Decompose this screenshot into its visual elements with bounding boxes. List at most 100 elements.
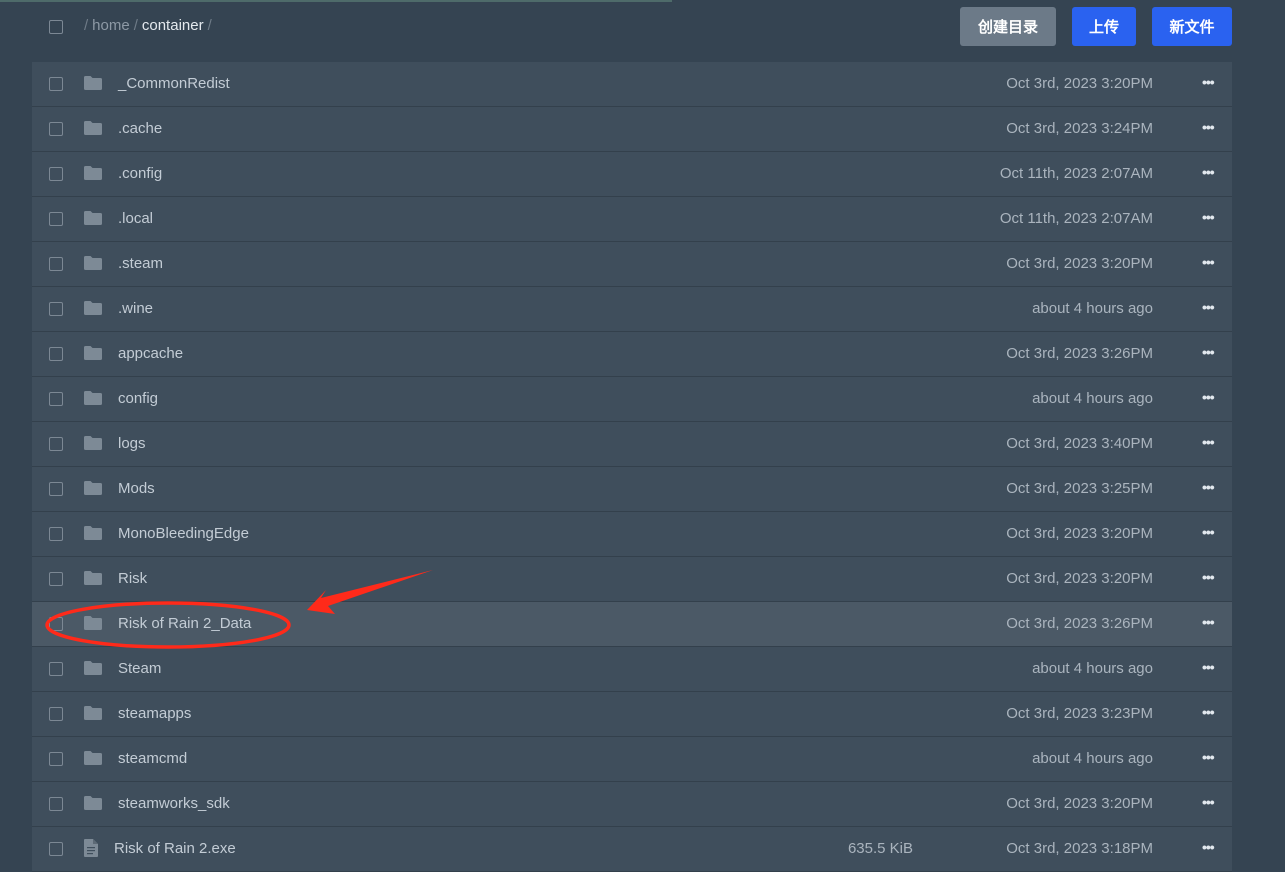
folder-row[interactable]: appcache Oct 3rd, 2023 3:26PM ••• [32, 332, 1232, 377]
file-name[interactable]: Risk [118, 570, 147, 587]
row-checkbox[interactable] [49, 347, 63, 361]
file-name[interactable]: .config [118, 165, 162, 182]
row-checkbox[interactable] [49, 257, 63, 271]
more-options-icon[interactable]: ••• [1202, 480, 1216, 495]
modified-date: Oct 11th, 2023 2:07AM [999, 210, 1153, 227]
file-name[interactable]: Risk of Rain 2_Data [118, 615, 251, 632]
row-checkbox[interactable] [49, 527, 63, 541]
more-options-icon[interactable]: ••• [1202, 840, 1216, 855]
folder-row[interactable]: steamapps Oct 3rd, 2023 3:23PM ••• [32, 692, 1232, 737]
file-name[interactable]: config [118, 390, 158, 407]
more-options-icon[interactable]: ••• [1202, 660, 1216, 675]
folder-row[interactable]: Risk Oct 3rd, 2023 3:20PM ••• [32, 557, 1232, 602]
folder-icon [84, 616, 102, 630]
row-checkbox[interactable] [49, 617, 63, 631]
folder-icon [84, 661, 102, 675]
file-name[interactable]: steamworks_sdk [118, 795, 230, 812]
more-options-icon[interactable]: ••• [1202, 75, 1216, 90]
upload-button[interactable]: 上传 [1072, 7, 1136, 46]
more-options-icon[interactable]: ••• [1202, 705, 1216, 720]
folder-icon [84, 346, 102, 360]
modified-date: Oct 3rd, 2023 3:26PM [1006, 615, 1153, 632]
more-options-icon[interactable]: ••• [1202, 390, 1216, 405]
more-options-icon[interactable]: ••• [1202, 525, 1216, 540]
row-checkbox[interactable] [49, 572, 63, 586]
file-name[interactable]: .steam [118, 255, 163, 272]
modified-date: Oct 3rd, 2023 3:20PM [1006, 795, 1153, 812]
breadcrumb-home[interactable]: home [92, 17, 130, 34]
row-checkbox[interactable] [49, 752, 63, 766]
more-options-icon[interactable]: ••• [1202, 165, 1216, 180]
file-name[interactable]: MonoBleedingEdge [118, 525, 249, 542]
row-checkbox[interactable] [49, 212, 63, 226]
more-options-icon[interactable]: ••• [1202, 795, 1216, 810]
modified-date: Oct 3rd, 2023 3:24PM [1006, 120, 1153, 137]
breadcrumb-container[interactable]: container [142, 17, 204, 34]
new-file-button[interactable]: 新文件 [1152, 7, 1232, 46]
more-options-icon[interactable]: ••• [1202, 120, 1216, 135]
file-size: 635.5 KiB [847, 840, 913, 857]
row-checkbox[interactable] [49, 77, 63, 91]
more-options-icon[interactable]: ••• [1202, 570, 1216, 585]
file-name[interactable]: _CommonRedist [118, 75, 230, 92]
file-row[interactable]: Risk of Rain 2.exe 635.5 KiB Oct 3rd, 2023… [32, 827, 1232, 872]
modified-date: about 4 hours ago [1032, 390, 1153, 407]
row-checkbox[interactable] [49, 707, 63, 721]
more-options-icon[interactable]: ••• [1202, 345, 1216, 360]
create-directory-button[interactable]: 创建目录 [960, 7, 1056, 46]
breadcrumb-separator: / [133, 17, 138, 34]
folder-icon [84, 571, 102, 585]
file-name[interactable]: .local [118, 210, 153, 227]
folder-row[interactable]: steamworks_sdk Oct 3rd, 2023 3:20PM ••• [32, 782, 1232, 827]
file-name[interactable]: .cache [118, 120, 162, 137]
folder-row[interactable]: MonoBleedingEdge Oct 3rd, 2023 3:20PM ••• [32, 512, 1232, 557]
file-name[interactable]: steamcmd [118, 750, 187, 767]
folder-icon [84, 526, 102, 540]
modified-date: Oct 3rd, 2023 3:23PM [1006, 705, 1153, 722]
folder-row[interactable]: .config Oct 11th, 2023 2:07AM ••• [32, 152, 1232, 197]
file-list: _CommonRedist Oct 3rd, 2023 3:20PM ••• .cac… [32, 62, 1232, 872]
select-all-checkbox[interactable] [49, 20, 63, 34]
more-options-icon[interactable]: ••• [1202, 435, 1216, 450]
toolbar: / home / container / 创建目录 上传 新文件 [0, 0, 1285, 56]
folder-row[interactable]: Risk of Rain 2_Data Oct 3rd, 2023 3:26PM •… [32, 602, 1232, 647]
row-checkbox[interactable] [49, 392, 63, 406]
folder-row[interactable]: steamcmd about 4 hours ago ••• [32, 737, 1232, 782]
row-checkbox[interactable] [49, 797, 63, 811]
row-checkbox[interactable] [49, 482, 63, 496]
more-options-icon[interactable]: ••• [1202, 255, 1216, 270]
folder-icon [84, 256, 102, 270]
folder-row[interactable]: Mods Oct 3rd, 2023 3:25PM ••• [32, 467, 1232, 512]
folder-row[interactable]: config about 4 hours ago ••• [32, 377, 1232, 422]
folder-row[interactable]: Steam about 4 hours ago ••• [32, 647, 1232, 692]
file-name[interactable]: .wine [118, 300, 153, 317]
folder-row[interactable]: _CommonRedist Oct 3rd, 2023 3:20PM ••• [32, 62, 1232, 107]
modified-date: about 4 hours ago [1032, 300, 1153, 317]
folder-icon [84, 301, 102, 315]
row-checkbox[interactable] [49, 122, 63, 136]
folder-row[interactable]: .cache Oct 3rd, 2023 3:24PM ••• [32, 107, 1232, 152]
row-checkbox[interactable] [49, 842, 63, 856]
row-checkbox[interactable] [49, 167, 63, 181]
file-name[interactable]: appcache [118, 345, 183, 362]
file-name[interactable]: Steam [118, 660, 161, 677]
more-options-icon[interactable]: ••• [1202, 210, 1216, 225]
modified-date: Oct 3rd, 2023 3:20PM [1006, 255, 1153, 272]
row-checkbox[interactable] [49, 437, 63, 451]
folder-row[interactable]: .local Oct 11th, 2023 2:07AM ••• [32, 197, 1232, 242]
folder-row[interactable]: .wine about 4 hours ago ••• [32, 287, 1232, 332]
folder-row[interactable]: logs Oct 3rd, 2023 3:40PM ••• [32, 422, 1232, 467]
file-name[interactable]: logs [118, 435, 146, 452]
more-options-icon[interactable]: ••• [1202, 750, 1216, 765]
folder-icon [84, 391, 102, 405]
file-name[interactable]: Risk of Rain 2.exe [114, 840, 236, 857]
folder-icon [84, 76, 102, 90]
row-checkbox[interactable] [49, 662, 63, 676]
modified-date: Oct 3rd, 2023 3:18PM [1006, 840, 1153, 857]
row-checkbox[interactable] [49, 302, 63, 316]
file-name[interactable]: steamapps [118, 705, 191, 722]
file-name[interactable]: Mods [118, 480, 155, 497]
more-options-icon[interactable]: ••• [1202, 300, 1216, 315]
folder-row[interactable]: .steam Oct 3rd, 2023 3:20PM ••• [32, 242, 1232, 287]
more-options-icon[interactable]: ••• [1202, 615, 1216, 630]
